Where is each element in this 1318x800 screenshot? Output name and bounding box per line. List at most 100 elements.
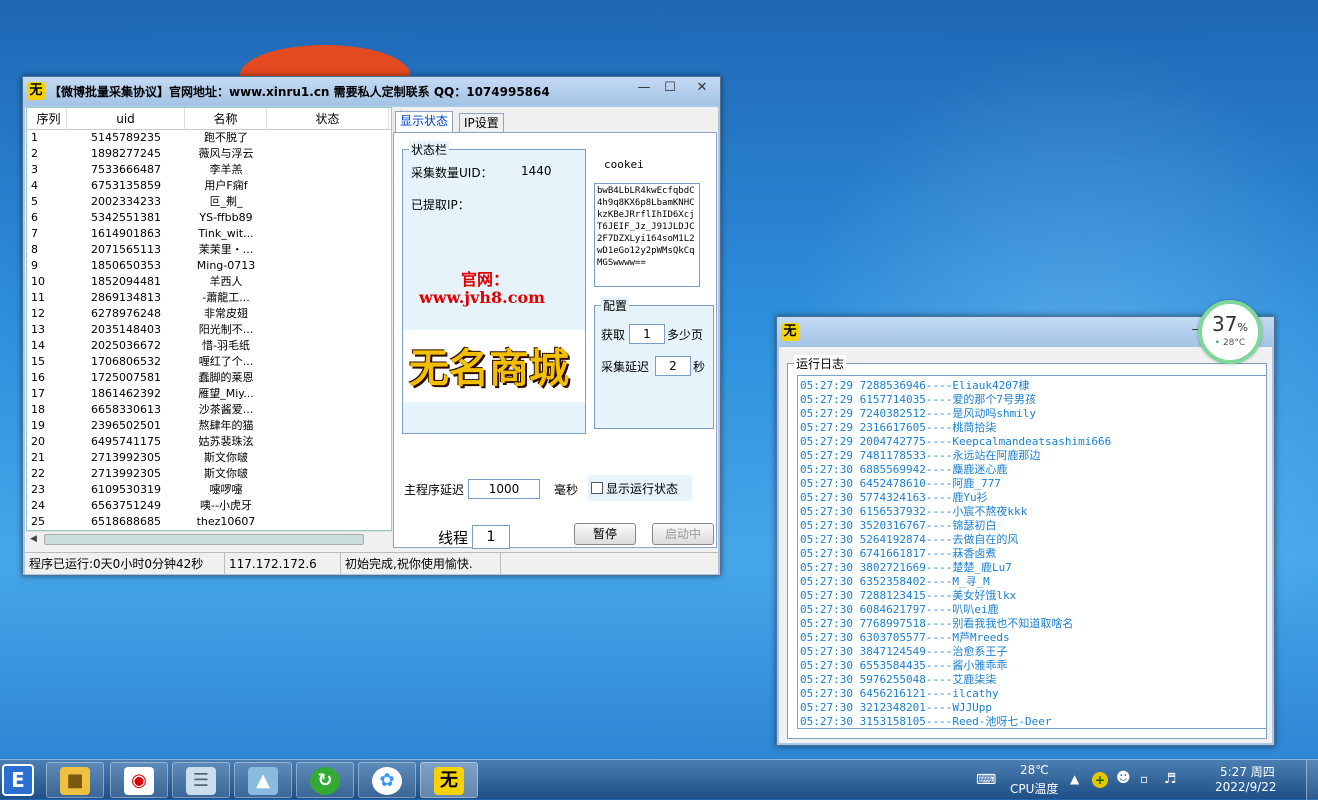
run-log[interactable]: 05:27:29 7288536946----Eliauk4207棣 05:27:… [797,375,1267,729]
log-line: 05:27:30 6456216121----ilcathy [800,687,999,700]
list-item[interactable]: 18 6658330613 沙茶酱爱... [27,402,391,418]
main-titlebar[interactable]: 无 【微博批量采集协议】官网地址：www.xinru1.cn 需要私人定制联系 … [23,77,720,105]
row-index: 10 [31,275,45,288]
list-item[interactable]: 24 6563751249 咦--小虎牙 [27,498,391,514]
row-name: 李羊羔 [209,163,243,176]
list-item[interactable]: 22 2713992305 斯文你啵 [27,466,391,482]
clock-date[interactable]: 2022/9/22 [1215,780,1277,794]
collect-delay-input[interactable]: 2 [655,356,691,376]
row-uid: 1706806532 [91,355,161,368]
close-icon[interactable]: ✕ [689,79,715,97]
uid-list[interactable]: 序列 uid 名称 状态 1 5145789235 跑不脱了 2 1898277245 薇… [26,107,392,531]
notepad-icon: ☰ [186,767,216,795]
list-item[interactable]: 10 1852094481 羊西人 [27,274,391,290]
config-group-label: 配置 [601,297,630,314]
list-item[interactable]: 3 7533666487 李羊羔 [27,162,391,178]
list-item[interactable]: 9 1850650353 Ming-0713 [27,258,391,274]
taskbar-app-red[interactable]: ◉ [110,762,168,798]
log-line: 05:27:29 6157714035----爱的那个7号男孩 [800,393,1036,406]
list-item[interactable]: 23 6109530319 嚏啰嚏 [27,482,391,498]
row-index: 6 [31,211,38,224]
fetch-pages-input[interactable]: 1 [629,324,665,344]
folder-icon: ■ [60,767,90,795]
taskbar-app-notes[interactable]: ☰ [172,762,230,798]
keyboard-icon[interactable]: ⌨ [976,772,996,788]
list-item[interactable]: 8 2071565113 茉茉里・... [27,242,391,258]
row-index: 15 [31,355,45,368]
gauge-temp: • 28°C [1214,338,1246,348]
list-item[interactable]: 5 2002334233 叵_刜_ [27,194,391,210]
row-uid: 2025036672 [91,339,161,352]
list-item[interactable]: 20 6495741175 姑苏裴珠泫 [27,434,391,450]
delay-label: 采集延迟 [601,360,650,374]
log-line: 05:27:30 6156537932----小宸不熬夜kkk [800,505,1028,518]
list-item[interactable]: 6 5342551381 YS-ffbb89 [27,210,391,226]
row-uid: 1861462392 [91,387,161,400]
show-desktop-button[interactable] [1306,760,1318,800]
list-item[interactable]: 1 5145789235 跑不脱了 [27,130,391,146]
log-line: 05:27:30 6352358402----M_寻_M [800,575,990,588]
log-line: 05:27:30 5976255048----艾鹿柒柒 [800,673,997,686]
qq-icon[interactable]: ☻ [1116,770,1131,786]
header-status[interactable]: 状态 [267,108,389,129]
row-status [267,466,389,482]
minimize-icon[interactable]: — [631,79,657,97]
hscroll-thumb[interactable] [44,534,364,545]
list-item[interactable]: 17 1861462392 雁望_Miy... [27,386,391,402]
site-url[interactable]: www.jvh8.com [419,288,545,307]
start-button[interactable]: 启动中 [652,523,714,545]
list-item[interactable]: 11 2869134813 -蕭龍工... [27,290,391,306]
tab-display-status[interactable]: 显示状态 [395,111,454,133]
list-item[interactable]: 19 2396502501 熬肆年的猫 [27,418,391,434]
taskbar-app-image[interactable]: ▲ [234,762,292,798]
list-body: 1 5145789235 跑不脱了 2 1898277245 薇风与浮云 3 75336664… [27,130,391,530]
main-delay-input[interactable]: 1000 [468,479,540,499]
row-index: 8 [31,243,38,256]
list-item[interactable]: 25 6518688685 thez10607 [27,514,391,530]
cookie-textbox[interactable]: bwB4LbLR4kwEcfqbdC4h9q8KX6p8LbamKNHCkzKB… [594,183,700,287]
list-item[interactable]: 15 1706806532 喱红了个... [27,354,391,370]
header-uid[interactable]: uid [67,108,185,129]
list-item[interactable]: 14 2025036672 惜-羽毛纸 [27,338,391,354]
header-index[interactable]: 序列 [27,108,67,129]
list-item[interactable]: 2 1898277245 薇风与浮云 [27,146,391,162]
list-item[interactable]: 16 1725007581 蠢脚的莱恩 [27,370,391,386]
volume-icon[interactable]: ♬ [1164,771,1177,787]
network-icon[interactable]: ▫ [1140,772,1148,786]
delay-unit: 秒 [693,360,706,374]
main-delay-label: 主程序延迟 [404,483,465,497]
scroll-left-icon[interactable]: ◀ [30,534,37,544]
header-name[interactable]: 名称 [185,108,267,129]
start-button-icon[interactable]: E [2,764,34,796]
show-status-checkbox[interactable]: 显示运行状态 [588,475,692,501]
list-item[interactable]: 13 2035148403 阳光制不... [27,322,391,338]
log-app-icon: 无 [781,323,799,341]
tab-ip-settings[interactable]: IP设置 [459,113,504,133]
cloud-app-icon: ✿ [372,767,402,795]
list-item[interactable]: 21 2713992305 斯文你啵 [27,450,391,466]
row-status [267,194,389,210]
taskbar-explorer[interactable]: ■ [46,762,104,798]
tray-add-icon[interactable]: + [1092,772,1108,788]
ip-status: 117.172.172.6 [225,553,341,574]
list-item[interactable]: 12 6278976248 非常皮翅 [27,306,391,322]
row-index: 7 [31,227,38,240]
log-line: 05:27:30 3212348201----WJJUpp [800,701,993,714]
taskbar-app-wuming[interactable]: 无 [420,762,478,798]
maximize-icon[interactable]: ☐ [657,79,683,97]
pause-button[interactable]: 暂停 [574,523,636,545]
row-name: -蕭龍工... [202,291,250,304]
row-status [267,130,389,146]
taskbar-app-cloud[interactable]: ✿ [358,762,416,798]
list-item[interactable]: 4 6753135859 用户F痫f [27,178,391,194]
list-item[interactable]: 7 1614901863 Tink_wit... [27,226,391,242]
list-horizontal-scrollbar[interactable]: ◀ ▶ [26,531,409,548]
tray-expand-icon[interactable]: ▲ [1070,772,1079,786]
cpu-usage-gauge[interactable]: 37% • 28°C [1198,300,1262,364]
thread-input[interactable]: 1 [472,525,510,549]
checkbox-box[interactable] [591,482,603,494]
taskbar-app-refresh[interactable]: ↻ [296,762,354,798]
log-line: 05:27:30 5774324163----鹿Yu衫 [800,491,988,504]
row-status [267,210,389,226]
clock-time[interactable]: 5:27 周四 [1220,763,1275,780]
